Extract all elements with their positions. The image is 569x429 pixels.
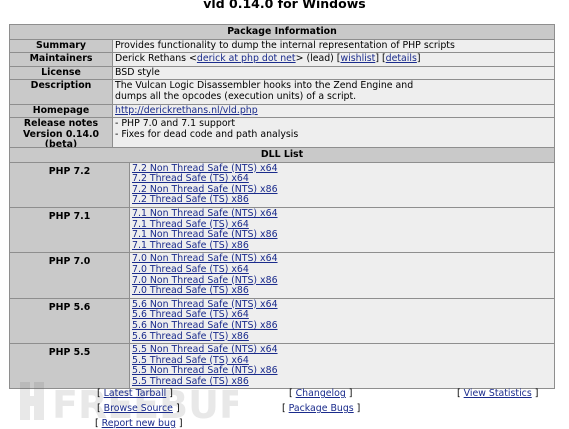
maintainer-name: Derick Rethans < bbox=[115, 53, 197, 65]
release-note-line: - Fixes for dead code and path analysis bbox=[115, 128, 299, 140]
bracket: ] bbox=[345, 388, 353, 399]
browse-source-link[interactable]: Browse Source bbox=[104, 403, 173, 414]
summary-label: Summary bbox=[9, 38, 113, 54]
dll-download-link[interactable]: 7.0 Thread Safe (TS) x64 bbox=[132, 264, 552, 276]
dll-list-header: DLL List bbox=[9, 147, 555, 163]
browse-source-item: [ Browse Source ] bbox=[97, 403, 180, 414]
maintainer-role: > (lead) [ bbox=[295, 53, 341, 65]
dll-download-link[interactable]: 7.1 Non Thread Safe (NTS) x64 bbox=[132, 208, 552, 220]
dll-group-php-7-1: PHP 7.1 7.1 Non Thread Safe (NTS) x64 7.… bbox=[9, 206, 555, 254]
maintainer-email-link[interactable]: derick at php dot net bbox=[197, 53, 296, 64]
maintainers-value: Derick Rethans <derick at php dot net> (… bbox=[112, 52, 555, 67]
view-statistics-link[interactable]: View Statistics bbox=[464, 388, 532, 399]
homepage-label: Homepage bbox=[9, 103, 113, 119]
dll-download-link[interactable]: 7.0 Thread Safe (TS) x86 bbox=[132, 286, 552, 297]
changelog-item: [ Changelog ] bbox=[289, 388, 352, 399]
dll-download-link[interactable]: 7.1 Thread Safe (TS) x86 bbox=[132, 240, 552, 252]
homepage-link[interactable]: http://derickrethans.nl/vld.php bbox=[115, 105, 258, 116]
dll-download-link[interactable]: 5.6 Thread Safe (TS) x86 bbox=[132, 331, 552, 343]
view-statistics-item: [ View Statistics ] bbox=[457, 388, 538, 399]
report-new-bug-link[interactable]: Report new bug bbox=[102, 418, 176, 429]
homepage-value: http://derickrethans.nl/vld.php bbox=[112, 103, 555, 119]
page-title: vld 0.14.0 for Windows bbox=[203, 0, 366, 11]
description-label: Description bbox=[9, 79, 113, 105]
dll-download-link[interactable]: 5.6 Non Thread Safe (NTS) x86 bbox=[132, 320, 552, 332]
dll-group-php-7-2: PHP 7.2 7.2 Non Thread Safe (NTS) x64 7.… bbox=[9, 161, 555, 208]
dll-group-links: 7.0 Non Thread Safe (NTS) x64 7.0 Thread… bbox=[129, 252, 555, 299]
bracket: [ bbox=[289, 388, 296, 399]
wishlist-link[interactable]: wishlist bbox=[340, 53, 375, 64]
dll-group-links: 7.1 Non Thread Safe (NTS) x64 7.1 Thread… bbox=[129, 206, 555, 254]
bracket: [ bbox=[97, 388, 104, 399]
bracket: ] bbox=[166, 388, 173, 399]
dll-group-php-5-6: PHP 5.6 5.6 Non Thread Safe (NTS) x64 5.… bbox=[9, 297, 555, 345]
package-bugs-link[interactable]: Package Bugs bbox=[289, 403, 354, 414]
dll-group-links: 5.6 Non Thread Safe (NTS) x64 5.6 Thread… bbox=[129, 297, 555, 345]
bracket: [ bbox=[457, 388, 464, 399]
report-new-bug-item: [ Report new bug ] bbox=[95, 418, 183, 429]
dll-group-label: PHP 7.2 bbox=[9, 161, 130, 208]
summary-value: Provides functionality to dump the inter… bbox=[112, 38, 555, 54]
package-bugs-item: [ Package Bugs ] bbox=[282, 403, 360, 414]
license-label: License bbox=[9, 65, 113, 81]
link-separator: ] [ bbox=[375, 53, 386, 65]
dll-group-label: PHP 5.6 bbox=[9, 297, 130, 345]
dll-group-php-7-0: PHP 7.0 7.0 Non Thread Safe (NTS) x64 7.… bbox=[9, 252, 555, 299]
details-link[interactable]: details bbox=[386, 53, 417, 64]
dll-group-links: 7.2 Non Thread Safe (NTS) x64 7.2 Thread… bbox=[129, 161, 555, 208]
dll-list-table: DLL List PHP 7.2 7.2 Non Thread Safe (NT… bbox=[9, 147, 555, 390]
description-line: dumps all the opcodes (execution units) … bbox=[115, 90, 357, 102]
bracket: ] bbox=[531, 388, 539, 399]
bracket: [ bbox=[95, 418, 102, 429]
bracket: ] bbox=[353, 403, 361, 414]
footer-links: [ Latest Tarball ] [ Changelog ] [ View … bbox=[0, 385, 569, 429]
package-information-table: Package Information Summary Provides fun… bbox=[9, 24, 555, 153]
maintainers-label: Maintainers bbox=[9, 52, 113, 67]
dll-group-label: PHP 7.0 bbox=[9, 252, 130, 299]
bracket: [ bbox=[97, 403, 104, 414]
license-value: BSD style bbox=[112, 65, 555, 81]
bracket: ] bbox=[172, 403, 180, 414]
link-close-bracket: ] bbox=[416, 53, 421, 65]
latest-tarball-item: [ Latest Tarball ] bbox=[97, 388, 173, 399]
description-value: The Vulcan Logic Disassembler hooks into… bbox=[112, 79, 555, 105]
latest-tarball-link[interactable]: Latest Tarball bbox=[104, 388, 167, 399]
bracket: ] bbox=[175, 418, 183, 429]
changelog-link[interactable]: Changelog bbox=[296, 388, 346, 399]
bracket: [ bbox=[282, 403, 289, 414]
package-information-header: Package Information bbox=[9, 24, 555, 40]
dll-group-label: PHP 7.1 bbox=[9, 206, 130, 254]
dll-download-link[interactable]: 7.2 Thread Safe (TS) x86 bbox=[132, 195, 552, 206]
